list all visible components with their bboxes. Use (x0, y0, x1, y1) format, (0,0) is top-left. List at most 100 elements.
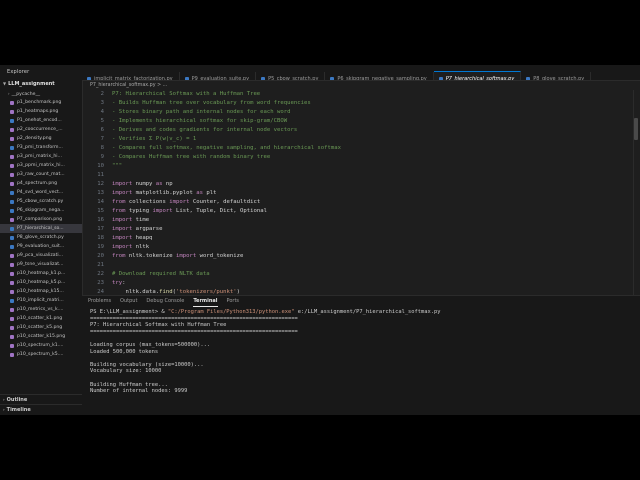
file-item[interactable]: p10_heatmap_k1.p... (0, 269, 82, 278)
editor-tab[interactable]: implicit_matrix_factorization.py (82, 72, 180, 80)
file-item[interactable]: p9_tsne_visualizat... (0, 260, 82, 269)
file-item-label: p10_spectrum_k1.... (17, 343, 64, 348)
image-file-icon (10, 326, 14, 330)
code-token: plt (202, 190, 217, 196)
file-item[interactable]: p3_raw_count_mat... (0, 170, 82, 179)
code-token: Counter, defaultdict (189, 199, 261, 205)
line-number: 6 (100, 127, 104, 133)
file-item[interactable]: P4_svd_word_vect... (0, 188, 82, 197)
file-item[interactable]: p3_pmi_matrix_hi... (0, 152, 82, 161)
file-item-label: P4_svd_word_vect... (17, 190, 64, 195)
file-item[interactable]: P3_pmi_transform... (0, 143, 82, 152)
file-item[interactable]: p10_scatter_k15.png (0, 332, 82, 341)
terminal-output-line: Loaded 500,000 tokens (90, 348, 159, 355)
editor-tab[interactable]: P5_cbow_scratch.py (256, 72, 326, 80)
image-file-icon (10, 137, 14, 141)
workspace-root-folder[interactable]: ▼ LLM_assignment (0, 79, 82, 89)
file-item-label: p1_benchmark.png (17, 100, 62, 105)
code-line: 22 # Download required NLTK data (82, 270, 640, 279)
bottom-panel: Problems Output Debug Console Terminal Ports… (82, 295, 640, 415)
file-item[interactable]: p4_spectrum.png (0, 179, 82, 188)
file-item-label: p2_cooccurrence_... (17, 127, 63, 132)
file-item-label: p10_heatmap_k1.p... (17, 271, 66, 276)
image-file-icon (10, 164, 14, 168)
line-number: 3 (100, 100, 104, 106)
image-file-icon (10, 101, 14, 105)
editor-scrollbar-thumb[interactable] (634, 118, 638, 140)
code-line: 8 - Compares full softmax, negative sampl… (82, 144, 640, 153)
file-item[interactable]: p1_benchmark.png (0, 98, 82, 107)
file-item[interactable]: P5_cbow_scratch.py (0, 197, 82, 206)
file-item[interactable]: P1_onehot_encod... (0, 116, 82, 125)
file-item[interactable]: p1_heatmaps.png (0, 107, 82, 116)
line-number: 5 (100, 118, 104, 124)
python-file-icon (87, 76, 91, 80)
file-item[interactable]: p3_ppmi_matrix_hi... (0, 161, 82, 170)
folder-item[interactable]: › __pycache__ (0, 89, 82, 98)
code-token: import (176, 253, 197, 259)
breadcrumb[interactable]: P7_hierarchical_softmax.py > ... (90, 81, 167, 90)
file-item-label: P8_glove_scratch.py (17, 235, 64, 240)
python-file-icon (330, 76, 335, 80)
code-token: : (122, 280, 126, 286)
terminal-command-line: PS E:\LLM_assignment> & "C:/Program File… (90, 309, 640, 316)
editor-tab[interactable]: P9_evaluation_suite.py (180, 72, 257, 81)
code-token: - Implements hierarchical softmax for sk… (112, 118, 288, 124)
terminal-python-path: "C:/Program Files/Python313/python.exe" (167, 309, 295, 315)
code-token: as (155, 181, 163, 187)
code-token: matplotlib.pyplot (132, 190, 197, 196)
chevron-down-icon: ▼ (3, 81, 7, 86)
file-item[interactable]: P6_skipgram_nega... (0, 206, 82, 215)
image-file-icon (10, 353, 14, 357)
file-item[interactable]: P8_glove_scratch.py (0, 233, 82, 242)
python-file-icon (10, 209, 14, 213)
workspace-root-label: LLM_assignment (8, 81, 55, 87)
line-number: 18 (97, 235, 104, 241)
code-token: time (132, 217, 150, 223)
file-item[interactable]: p2_cooccurrence_... (0, 125, 82, 134)
file-item-label: p3_pmi_matrix_hi... (17, 154, 62, 159)
file-item-label: p3_ppmi_matrix_hi... (17, 163, 65, 168)
code-editor[interactable]: 2 P7: Hierarchical Softmax with a Huffman… (82, 90, 640, 295)
file-item[interactable]: p10_spectrum_k1.... (0, 341, 82, 350)
terminal-output-line: Vocabulary size: 10000 (90, 368, 162, 375)
terminal-prompt: PS E:\LLM_assignment> & (90, 309, 168, 315)
file-item[interactable]: p2_density.png (0, 134, 82, 143)
file-item[interactable]: p10_heatmap_k15... (0, 287, 82, 296)
file-item[interactable]: p9_pca_visualizati... (0, 251, 82, 260)
code-line: 7 - Verifies Σ P(w|v_c) = 1 (82, 135, 640, 144)
timeline-section[interactable]: › Timeline (0, 404, 85, 415)
editor-tab-label: P9_evaluation_suite.py (191, 76, 250, 81)
editor-tab-label: P6_skipgram_negative_sampling.py (337, 76, 427, 81)
file-item[interactable]: p10_scatter_k5.png (0, 323, 82, 332)
file-item[interactable]: P10_implicit_matri... (0, 296, 82, 305)
panel-tab-problems[interactable]: Problems (88, 296, 111, 306)
python-file-icon (10, 236, 14, 240)
file-item[interactable]: P7_comparison.png (0, 215, 82, 224)
line-number: 23 (97, 280, 104, 286)
file-item-label: p1_heatmaps.png (17, 109, 59, 114)
python-file-icon (10, 299, 14, 303)
terminal-output: ========================================… (90, 316, 640, 395)
editor-tab[interactable]: P7_hierarchical_softmax.py (433, 71, 522, 81)
terminal-output-line: Number of internal nodes: 9999 (90, 388, 188, 395)
file-item[interactable]: p10_spectrum_k5.... (0, 350, 82, 359)
panel-tab-debug-console[interactable]: Debug Console (146, 296, 184, 306)
file-item[interactable]: P7_hierarchical_so... (0, 224, 82, 233)
editor-tab[interactable]: P8_glove_scratch.py (521, 72, 592, 80)
editor-tab[interactable]: P6_skipgram_negative_sampling.py (325, 72, 434, 81)
code-line: 17 import argparse (82, 225, 640, 234)
file-item[interactable]: p10_metrics_vs_k.... (0, 305, 82, 314)
file-item[interactable]: P9_evaluation_suit... (0, 242, 82, 251)
editor-tab-label: P7_hierarchical_softmax.py (445, 76, 515, 81)
file-item-label: p10_heatmap_k15... (17, 289, 64, 294)
file-item[interactable]: p10_scatter_k1.png (0, 314, 82, 323)
image-file-icon (10, 218, 14, 222)
panel-tab-ports[interactable]: Ports (227, 296, 240, 306)
file-item-label: p10_spectrum_k5.... (17, 352, 64, 357)
terminal[interactable]: PS E:\LLM_assignment> & "C:/Program File… (82, 306, 640, 395)
panel-tab-terminal[interactable]: Terminal (193, 296, 218, 307)
code-token: from (112, 199, 126, 205)
file-item[interactable]: p10_heatmap_k5.p... (0, 278, 82, 287)
panel-tab-output[interactable]: Output (120, 296, 137, 306)
